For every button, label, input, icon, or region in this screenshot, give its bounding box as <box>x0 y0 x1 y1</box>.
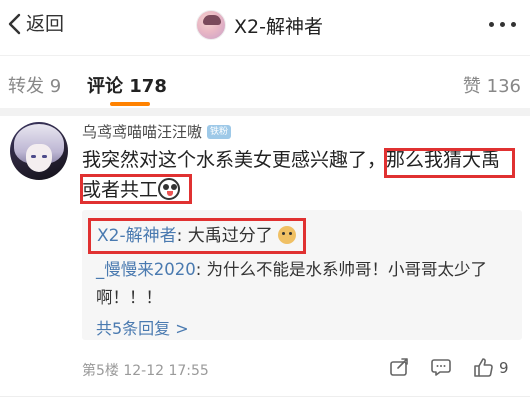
commenter-avatar[interactable] <box>10 122 68 180</box>
reply-item[interactable]: X2-解神者: 大禹过分了 <box>88 218 306 254</box>
like-count: 9 <box>499 359 509 377</box>
tab-like[interactable]: 赞 136 <box>463 72 521 98</box>
comment-text-line1: 我突然对这个水系美女更感兴趣了， <box>82 149 387 171</box>
tab-repost[interactable]: 转发 9 <box>8 72 61 98</box>
back-button[interactable]: 返回 <box>6 12 64 36</box>
fan-badge: 铁粉 <box>207 124 232 139</box>
account-avatar <box>196 10 226 40</box>
reply-author[interactable]: X2-解神者 <box>97 226 177 246</box>
tab-bar: 转发 9 评论 178 赞 136 <box>0 56 530 108</box>
commenter-username[interactable]: 乌鸢鸢喵喵汪汪嗷 铁粉 <box>82 121 232 142</box>
highlight-box-2 <box>80 174 192 204</box>
highlight-box-1 <box>384 148 515 178</box>
comment-icon <box>431 359 451 376</box>
top-bar: 返回 X2-解神者 <box>0 0 530 52</box>
reply-author[interactable]: _慢慢来2020 <box>96 260 196 279</box>
page-title[interactable]: X2-解神者 <box>196 10 323 40</box>
comment-meta: 第5楼 12-12 17:55 <box>82 363 209 379</box>
more-options-icon[interactable] <box>489 22 516 27</box>
chevron-left-icon <box>8 13 21 35</box>
view-more-replies-link[interactable]: 共5条回复 > <box>96 315 189 339</box>
doge-emoji-icon <box>278 226 297 244</box>
active-tab-indicator <box>110 102 150 106</box>
thumbs-up-icon <box>474 358 493 377</box>
section-divider <box>0 108 530 116</box>
share-button[interactable] <box>388 356 410 382</box>
share-icon <box>390 358 408 376</box>
bottom-divider <box>0 396 530 397</box>
account-name: X2-解神者 <box>234 15 323 38</box>
reply-text: : 大禹过分了 <box>176 226 273 246</box>
username-text: 乌鸢鸢喵喵汪汪嗷 <box>82 123 203 141</box>
tab-comment[interactable]: 评论 178 <box>87 72 167 98</box>
back-label: 返回 <box>26 13 65 35</box>
reply-button[interactable] <box>430 356 452 382</box>
like-button[interactable] <box>472 356 494 382</box>
reply-item[interactable]: _慢慢来2020: 为什么不能是水系帅哥！小哥哥太少了啊！！！ <box>96 256 512 312</box>
